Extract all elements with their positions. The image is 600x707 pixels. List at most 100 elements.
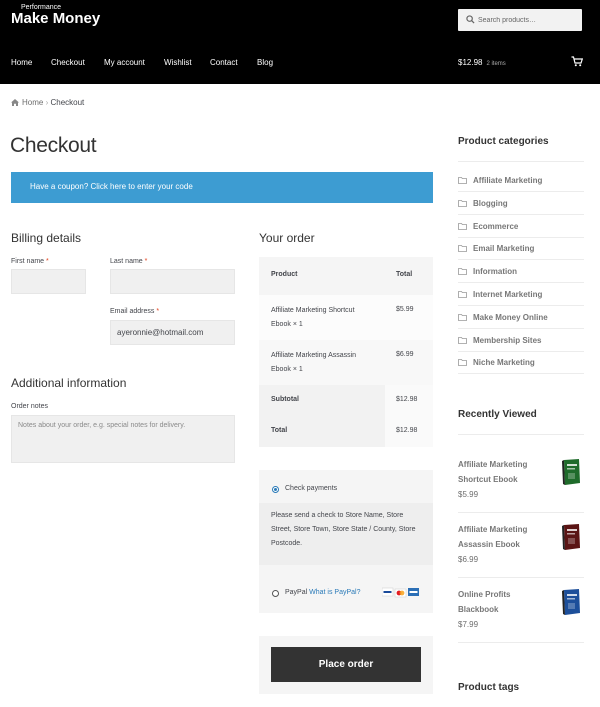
order-item-name: Affiliate Marketing Shortcut Ebook × 1: [271, 307, 355, 328]
payment-methods: Check payments Please send a check to St…: [259, 470, 433, 613]
category-label: Ecommerce: [473, 221, 519, 231]
category-label: Information: [473, 267, 517, 277]
category-label: Blogging: [473, 198, 508, 208]
divider: [458, 642, 584, 643]
category-label: Email Marketing: [473, 244, 535, 254]
total-value: $12.98: [385, 416, 433, 447]
category-label: Niche Marketing: [473, 358, 535, 368]
search-box[interactable]: [458, 9, 582, 31]
cart-summary[interactable]: $12.98 2 items: [458, 58, 506, 67]
divider: [458, 282, 584, 284]
site-title[interactable]: Make Money: [11, 10, 100, 27]
sidebar-item-category[interactable]: Ecommerce: [458, 222, 518, 231]
book-cover-art: [562, 459, 580, 485]
folder-icon: [458, 222, 467, 230]
paypal-label[interactable]: PayPal: [285, 589, 307, 596]
recent-product-price: $7.99: [458, 620, 479, 629]
category-label: Affiliate Marketing: [473, 176, 543, 185]
sidebar-item-category[interactable]: Blogging: [458, 199, 508, 208]
divider: [458, 191, 584, 192]
product-categories-title: Product categories: [458, 136, 549, 147]
nav-blog[interactable]: Blog: [257, 58, 273, 67]
cart-total: $12.98: [458, 58, 483, 67]
your-order-title: Your order: [259, 231, 315, 245]
check-payment-description: Please send a check to Store Name, Store…: [259, 503, 433, 565]
home-icon: [11, 99, 19, 106]
recent-product-price: $6.99: [458, 555, 479, 564]
breadcrumb-separator: ›: [45, 98, 49, 107]
sidebar-item-category[interactable]: Membership Sites: [458, 336, 541, 345]
order-item-price: $5.99: [396, 306, 414, 313]
nav-wishlist[interactable]: Wishlist: [164, 58, 192, 67]
subtotal-row: Subtotal $12.98: [259, 385, 433, 416]
recent-product-name[interactable]: Affiliate Marketing Shortcut Ebook: [458, 457, 548, 487]
divider: [458, 213, 584, 215]
breadcrumb-current: Checkout: [50, 98, 85, 107]
folder-icon: [458, 199, 467, 207]
cart-icon[interactable]: [571, 56, 583, 67]
ebook-cover-icon[interactable]: [561, 458, 582, 486]
radio-selected-dot: [274, 488, 277, 491]
divider: [458, 327, 584, 329]
nav-checkout[interactable]: Checkout: [51, 58, 85, 67]
divider: [458, 161, 584, 162]
breadcrumb: Home › Checkout: [11, 98, 84, 107]
order-notes-field[interactable]: [11, 415, 235, 463]
divider: [458, 236, 584, 238]
place-order-button[interactable]: Place order: [271, 647, 421, 682]
order-notes-label: Order notes: [11, 403, 48, 410]
first-name-label: First name *: [11, 258, 49, 265]
site-header: Performance Make Money Home Checkout My …: [0, 0, 600, 84]
sidebar-item-category[interactable]: Information: [458, 267, 517, 276]
check-payment-radio[interactable]: [272, 486, 279, 493]
last-name-field[interactable]: [110, 269, 235, 294]
total-row: Total $12.98: [259, 416, 433, 447]
divider: [458, 512, 584, 513]
last-name-label: Last name *: [110, 258, 148, 265]
what-is-paypal-link[interactable]: What is PayPal?: [309, 589, 360, 596]
sidebar-item-category[interactable]: Make Money Online: [458, 313, 548, 322]
divider: [458, 259, 584, 261]
category-label: Make Money Online: [473, 312, 548, 322]
coupon-notice[interactable]: Have a coupon? Click here to enter your …: [11, 172, 433, 203]
ebook-cover-icon[interactable]: [561, 588, 582, 616]
recent-product-name[interactable]: Affiliate Marketing Assassin Ebook: [458, 522, 548, 552]
additional-info-title: Additional information: [11, 376, 127, 390]
cart-count: 2 items: [486, 61, 506, 67]
recent-product-price: $5.99: [458, 490, 479, 499]
nav-contact[interactable]: Contact: [210, 58, 238, 67]
search-icon: [466, 15, 475, 24]
email-label: Email address *: [110, 308, 160, 315]
sidebar-item-category[interactable]: Niche Marketing: [458, 358, 535, 367]
divider: [458, 434, 584, 435]
subtotal-value: $12.98: [385, 385, 433, 416]
recent-product-name[interactable]: Online Profits Blackbook: [458, 587, 548, 617]
folder-icon: [458, 177, 467, 184]
nav-my-account[interactable]: My account: [104, 58, 145, 67]
breadcrumb-home[interactable]: Home: [22, 98, 43, 107]
sidebar-item-category[interactable]: Internet Marketing: [458, 290, 542, 299]
divider: [458, 373, 584, 375]
email-field[interactable]: [110, 320, 235, 345]
card-logos-icon: [382, 587, 419, 598]
sidebar-item-category[interactable]: Affiliate Marketing: [458, 176, 542, 185]
nav-home[interactable]: Home: [11, 58, 32, 67]
category-label: Membership Sites: [473, 335, 542, 345]
category-label: Internet Marketing: [473, 290, 543, 299]
search-input[interactable]: [478, 12, 578, 28]
divider: [458, 577, 584, 578]
sidebar-item-category[interactable]: Email Marketing: [458, 244, 534, 253]
table-row: Affiliate Marketing Assassin Ebook × 1 $6…: [259, 340, 433, 385]
product-tags-title: Product tags: [458, 682, 520, 693]
first-name-field[interactable]: [11, 269, 86, 294]
folder-icon: [458, 313, 467, 321]
ebook-cover-icon[interactable]: [561, 523, 582, 551]
order-table-header: Product Total: [259, 257, 433, 295]
check-payment-label[interactable]: Check payments: [285, 485, 337, 492]
paypal-radio[interactable]: [272, 590, 279, 597]
order-item-price: $6.99: [396, 351, 414, 358]
book-cover-art: [562, 589, 580, 615]
divider: [458, 350, 584, 352]
order-item-name: Affiliate Marketing Assassin Ebook × 1: [271, 352, 357, 373]
col-total: Total: [396, 271, 413, 278]
